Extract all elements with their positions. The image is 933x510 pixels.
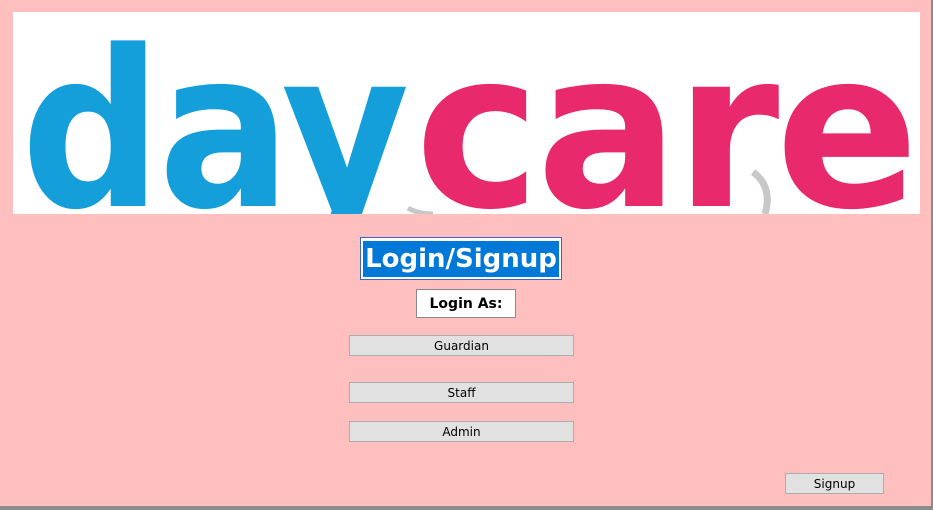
- login-as-label: Login As:: [416, 289, 516, 318]
- guardian-button[interactable]: Guardian: [349, 335, 574, 356]
- daycare-logo-banner: day care: [13, 12, 920, 214]
- logo-word-care: care: [415, 12, 915, 214]
- page-title-box: Login/Signup: [360, 237, 562, 280]
- logo-word-day: day: [21, 12, 407, 214]
- page-title: Login/Signup: [363, 240, 559, 277]
- admin-button[interactable]: Admin: [349, 421, 574, 442]
- signup-button[interactable]: Signup: [785, 473, 884, 494]
- daycare-logo-image: day care: [13, 12, 920, 214]
- staff-button[interactable]: Staff: [349, 382, 574, 403]
